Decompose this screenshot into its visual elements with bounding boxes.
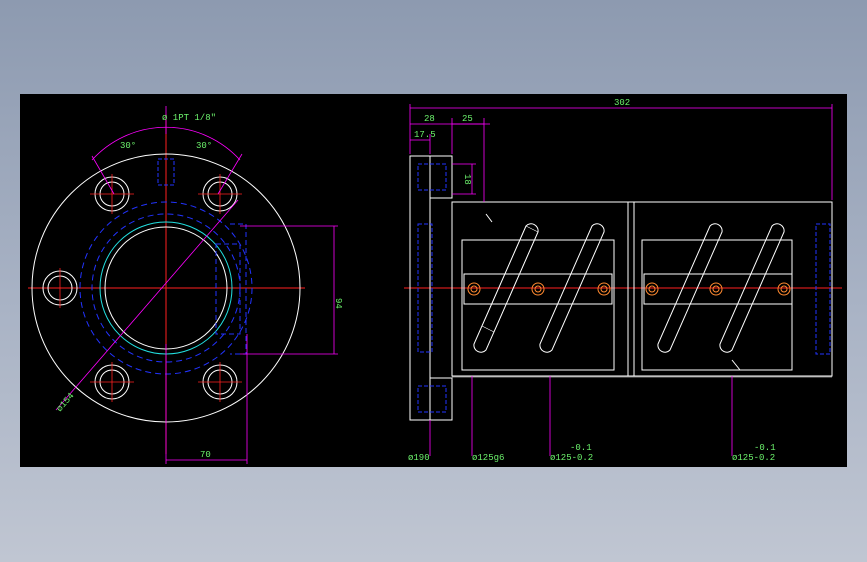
tol-a-label: -0.1 <box>570 443 592 453</box>
nut-body-left <box>451 201 629 377</box>
total-302-label: 302 <box>614 98 630 108</box>
thread-callout: ø 1PT 1/8" <box>162 113 216 123</box>
side-view <box>404 104 842 456</box>
w17-5-label: 17.5 <box>414 130 436 140</box>
h18-label: 18 <box>462 174 472 185</box>
ball-screw-nut-drawing: ø 1PT 1/8" 30° 30° 94 ø154 70 302 28 25 … <box>28 98 842 464</box>
lube-port-side-top <box>417 163 447 191</box>
w28-label: 28 <box>424 114 435 124</box>
height-94-label: 94 <box>333 298 343 309</box>
cutout-right <box>641 239 793 371</box>
offset-70-label: 70 <box>200 450 211 460</box>
clamp-plate-right <box>643 273 793 305</box>
flange-step-bottom <box>429 377 453 421</box>
angle-right-label: 30° <box>196 141 212 151</box>
clamp-screws <box>467 282 791 296</box>
end-bore-hidden <box>815 223 831 355</box>
d125g6-label: ø125g6 <box>472 453 504 463</box>
nut-body-right <box>633 201 833 377</box>
d125-b-label: ø125-0.2 <box>732 453 775 463</box>
w25-label: 25 <box>462 114 473 124</box>
bolt-circle-label: ø154 <box>55 391 77 414</box>
side-dimension-lines <box>409 104 833 456</box>
lube-port-side-bottom <box>417 385 447 413</box>
front-dimension-lines <box>55 106 338 464</box>
angle-left-label: 30° <box>120 141 136 151</box>
flange-step-top <box>429 155 453 199</box>
clamp-plate-left <box>463 273 613 305</box>
spacer <box>627 201 635 377</box>
return-block-hidden <box>215 243 241 335</box>
tol-b-label: -0.1 <box>754 443 776 453</box>
return-tubes <box>473 213 785 371</box>
front-view <box>28 106 338 464</box>
d125-a-label: ø125-0.2 <box>550 453 593 463</box>
d190-label: ø190 <box>408 453 430 463</box>
cad-drawing-canvas: ø 1PT 1/8" 30° 30° 94 ø154 70 302 28 25 … <box>20 94 847 467</box>
